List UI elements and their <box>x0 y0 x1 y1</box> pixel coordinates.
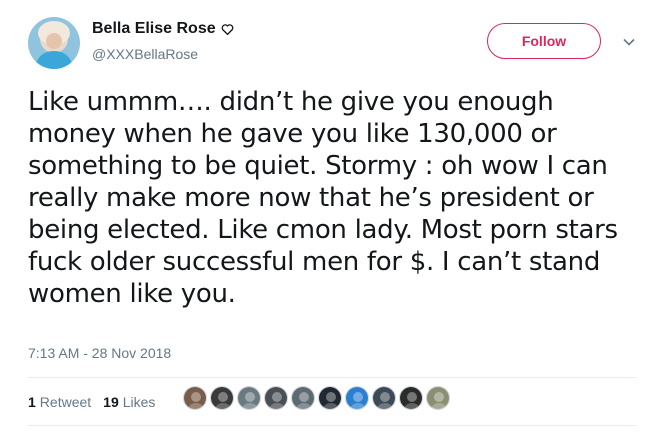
display-name[interactable]: Bella Elise Rose <box>92 20 216 38</box>
liker-avatar[interactable] <box>345 386 369 410</box>
liker-avatar[interactable] <box>372 386 396 410</box>
liker-avatar[interactable] <box>426 386 450 410</box>
liker-avatar[interactable] <box>291 386 315 410</box>
tweet-header: Bella Elise Rose @XXXBellaRose Follow <box>28 17 645 69</box>
retweet-label[interactable]: Retweet <box>40 394 91 410</box>
liker-avatar[interactable] <box>399 386 423 410</box>
divider <box>28 377 637 378</box>
tweet-text: Like ummm…. didn’t he give you enough mo… <box>28 87 618 309</box>
liker-avatar[interactable] <box>210 386 234 410</box>
liker-avatar[interactable] <box>264 386 288 410</box>
name-row: Bella Elise Rose <box>92 20 234 38</box>
tweet-timestamp[interactable]: 7:13 AM - 28 Nov 2018 <box>28 345 171 361</box>
follow-button[interactable]: Follow <box>487 23 601 59</box>
likes-count[interactable]: 19 <box>103 394 119 410</box>
liker-avatars <box>183 386 453 410</box>
liker-avatar[interactable] <box>318 386 342 410</box>
divider <box>28 425 637 426</box>
liker-avatar[interactable] <box>237 386 261 410</box>
tweet-stats: 1 Retweet 19 Likes <box>28 394 155 410</box>
avatar[interactable] <box>28 17 80 69</box>
retweet-count[interactable]: 1 <box>28 394 36 410</box>
liker-avatar[interactable] <box>183 386 207 410</box>
chevron-down-icon[interactable] <box>622 35 636 49</box>
heart-icon <box>221 23 234 36</box>
likes-label[interactable]: Likes <box>123 394 156 410</box>
user-handle[interactable]: @XXXBellaRose <box>92 46 198 62</box>
